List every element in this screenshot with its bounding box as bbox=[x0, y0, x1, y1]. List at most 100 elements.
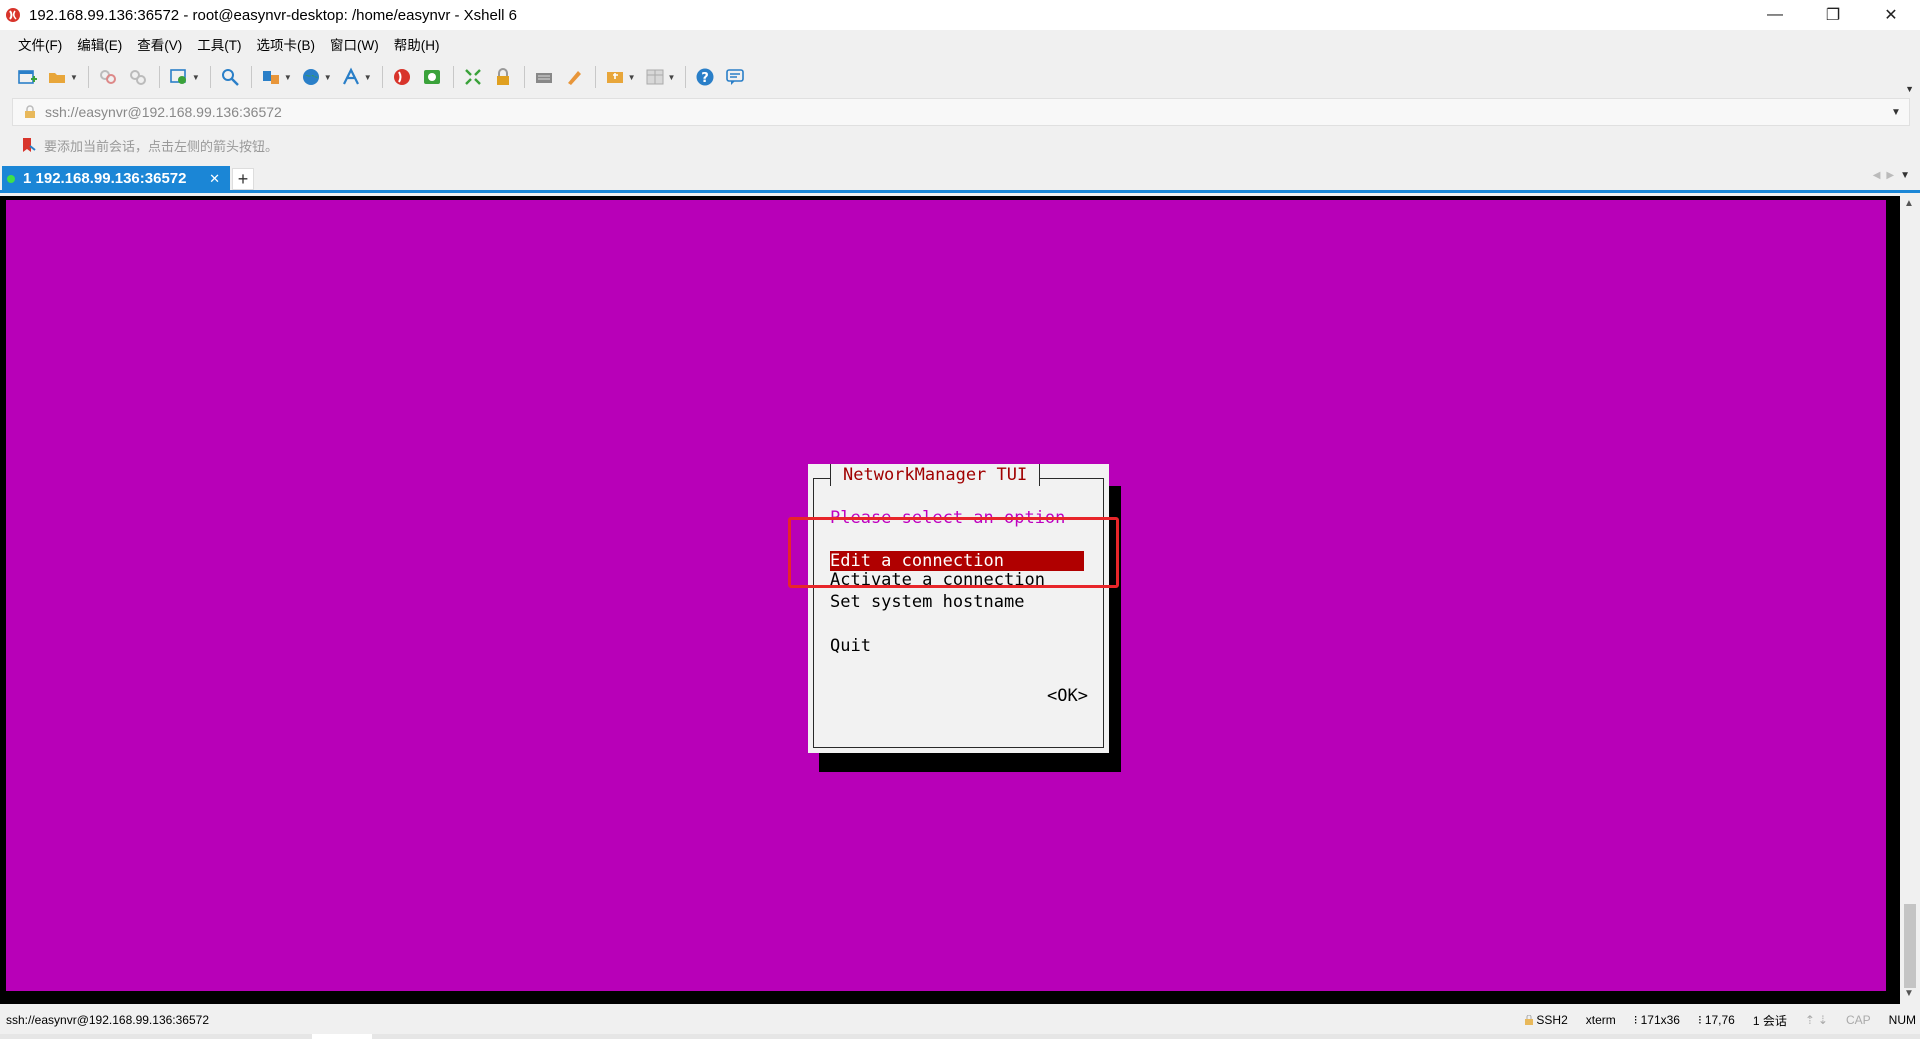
chevron-down-icon[interactable]: ▼ bbox=[70, 73, 78, 82]
chevron-down-icon[interactable]: ▼ bbox=[364, 73, 372, 82]
status-bar: ssh://easynvr@192.168.99.136:36572 SSH2 … bbox=[0, 1006, 1920, 1034]
dialog-title: NetworkManager TUI bbox=[830, 464, 1041, 486]
restore-button[interactable]: ❐ bbox=[1804, 0, 1862, 30]
cursor-icon: ⁝ bbox=[1697, 1013, 1702, 1027]
new-session-icon[interactable] bbox=[16, 66, 38, 88]
menu-help[interactable]: 帮助(H) bbox=[394, 34, 440, 54]
toolbar-divider bbox=[209, 66, 211, 88]
window-title: 192.168.99.136:36572 - root@easynvr-desk… bbox=[29, 6, 518, 24]
font-icon[interactable] bbox=[340, 66, 362, 88]
lock-icon[interactable] bbox=[492, 66, 514, 88]
transfer-icon[interactable] bbox=[260, 66, 282, 88]
status-size: ⁝ 171x36 bbox=[1634, 1013, 1680, 1027]
resize-icon: ⁝ bbox=[1633, 1013, 1638, 1027]
terminal-screen[interactable]: NetworkManager TUI Please select an opti… bbox=[6, 200, 1886, 991]
nmtui-dialog: NetworkManager TUI Please select an opti… bbox=[808, 464, 1109, 753]
svg-text:?: ? bbox=[702, 71, 710, 86]
annotation-highlight-box bbox=[788, 517, 1119, 588]
chevron-down-icon[interactable]: ▼ bbox=[192, 73, 200, 82]
xshell-app-icon[interactable] bbox=[4, 6, 22, 24]
keyboard-icon[interactable] bbox=[533, 66, 555, 88]
find-icon[interactable] bbox=[219, 66, 241, 88]
chevron-down-icon[interactable]: ▼ bbox=[628, 73, 636, 82]
disconnect-icon[interactable] bbox=[127, 66, 149, 88]
arrow-down-icon[interactable]: ⇣ bbox=[1818, 1013, 1828, 1027]
status-cursor: ⁝ 17,76 bbox=[1698, 1013, 1735, 1027]
bookmark-arrow-icon[interactable] bbox=[22, 137, 36, 153]
close-icon[interactable]: ✕ bbox=[209, 171, 220, 187]
help-icon[interactable]: ? bbox=[694, 66, 716, 88]
chevron-down-icon[interactable]: ▼ bbox=[668, 73, 676, 82]
address-input[interactable]: ssh://easynvr@192.168.99.136:36572 bbox=[45, 104, 1883, 120]
compose-icon[interactable] bbox=[563, 66, 585, 88]
size-label: 171x36 bbox=[1640, 1013, 1680, 1027]
toolbar-divider bbox=[452, 66, 454, 88]
lock-icon bbox=[1525, 1015, 1534, 1025]
add-tab-button[interactable]: + bbox=[232, 168, 254, 190]
status-connection: ssh://easynvr@192.168.99.136:36572 bbox=[6, 1013, 209, 1027]
arrow-up-icon[interactable]: ⇡ bbox=[1805, 1013, 1815, 1027]
cursor-label: 17,76 bbox=[1704, 1013, 1735, 1027]
menu-file[interactable]: 文件(F) bbox=[18, 34, 62, 54]
scrollbar-thumb[interactable] bbox=[1904, 904, 1916, 988]
title-bar: 192.168.99.136:36572 - root@easynvr-desk… bbox=[0, 0, 1920, 30]
connect-icon[interactable] bbox=[97, 66, 119, 88]
connected-status-icon bbox=[7, 174, 15, 183]
window-controls: — ❐ ✕ bbox=[1746, 0, 1920, 30]
menu-tools[interactable]: 工具(T) bbox=[197, 34, 241, 54]
xshell-icon[interactable] bbox=[391, 66, 413, 88]
toolbar-divider bbox=[523, 66, 525, 88]
close-button[interactable]: ✕ bbox=[1862, 0, 1920, 30]
tab-navigation: ◀ ▶ ▼ bbox=[1873, 170, 1910, 181]
chat-icon[interactable] bbox=[724, 66, 746, 88]
toolbar-divider bbox=[685, 66, 687, 88]
properties-icon[interactable] bbox=[168, 66, 190, 88]
open-folder-icon[interactable] bbox=[46, 66, 68, 88]
hint-text: 要添加当前会话，点击左侧的箭头按钮。 bbox=[44, 138, 279, 154]
status-num: NUM bbox=[1888, 1013, 1916, 1027]
status-protocol: SSH2 bbox=[1525, 1013, 1568, 1027]
scroll-up-icon[interactable]: ▲ bbox=[1904, 198, 1914, 209]
tab-strip: 1 192.168.99.136:36572 ✕ + ◀ ▶ ▼ bbox=[0, 166, 1920, 193]
menu-edit[interactable]: 编辑(E) bbox=[77, 34, 122, 54]
script-icon[interactable] bbox=[604, 66, 626, 88]
layout-icon[interactable] bbox=[644, 66, 666, 88]
menu-bar: 文件(F) 编辑(E) 查看(V) 工具(T) 选项卡(B) 窗口(W) 帮助(… bbox=[0, 30, 1920, 58]
toolbar-overflow-icon[interactable]: ▼ bbox=[1905, 84, 1914, 94]
tab-label: 1 192.168.99.136:36572 bbox=[23, 170, 187, 187]
chevron-down-icon[interactable]: ▼ bbox=[1900, 170, 1910, 181]
toolbar-divider bbox=[594, 66, 596, 88]
chevron-down-icon[interactable]: ▼ bbox=[1883, 107, 1909, 118]
taskbar-segment bbox=[312, 1034, 372, 1039]
lock-icon bbox=[25, 105, 35, 118]
minimize-button[interactable]: — bbox=[1746, 0, 1804, 30]
taskbar-edge bbox=[0, 1034, 1920, 1039]
menu-window[interactable]: 窗口(W) bbox=[330, 34, 379, 54]
status-arrows: ⇡ ⇣ bbox=[1805, 1013, 1828, 1027]
address-bar[interactable]: ssh://easynvr@192.168.99.136:36572 ▼ bbox=[12, 98, 1910, 126]
hint-bar: 要添加当前会话，点击左侧的箭头按钮。 bbox=[0, 131, 1920, 159]
fullscreen-icon[interactable] bbox=[462, 66, 484, 88]
toolbar-divider bbox=[381, 66, 383, 88]
option-set-hostname[interactable]: Set system hostname bbox=[830, 591, 1024, 613]
ok-button[interactable]: <OK> bbox=[1047, 686, 1088, 706]
chevron-down-icon[interactable]: ▼ bbox=[324, 73, 332, 82]
toolbar-divider bbox=[158, 66, 160, 88]
option-quit[interactable]: Quit bbox=[830, 635, 871, 657]
tab-session-1[interactable]: 1 192.168.99.136:36572 ✕ bbox=[2, 166, 230, 191]
status-cap: CAP bbox=[1845, 1013, 1871, 1027]
terminal-area[interactable]: NetworkManager TUI Please select an opti… bbox=[0, 196, 1920, 1004]
chevron-down-icon[interactable]: ▼ bbox=[284, 73, 292, 82]
scroll-down-icon[interactable]: ▼ bbox=[1904, 988, 1914, 999]
menu-tabs[interactable]: 选项卡(B) bbox=[257, 34, 316, 54]
status-sessions: 1 会话 bbox=[1752, 1013, 1787, 1028]
toolbar-divider bbox=[87, 66, 89, 88]
toolbar-divider bbox=[250, 66, 252, 88]
menu-view[interactable]: 查看(V) bbox=[137, 34, 182, 54]
chevron-right-icon[interactable]: ▶ bbox=[1886, 170, 1894, 181]
vertical-scrollbar[interactable]: ▲ ▼ bbox=[1900, 196, 1920, 1004]
toolbar: ▼ ▼ ▼ ▼ ▼ ▼ ▼ ? ▼ bbox=[0, 58, 1920, 96]
xftp-icon[interactable] bbox=[421, 66, 443, 88]
chevron-left-icon[interactable]: ◀ bbox=[1873, 170, 1881, 181]
globe-icon[interactable] bbox=[300, 66, 322, 88]
